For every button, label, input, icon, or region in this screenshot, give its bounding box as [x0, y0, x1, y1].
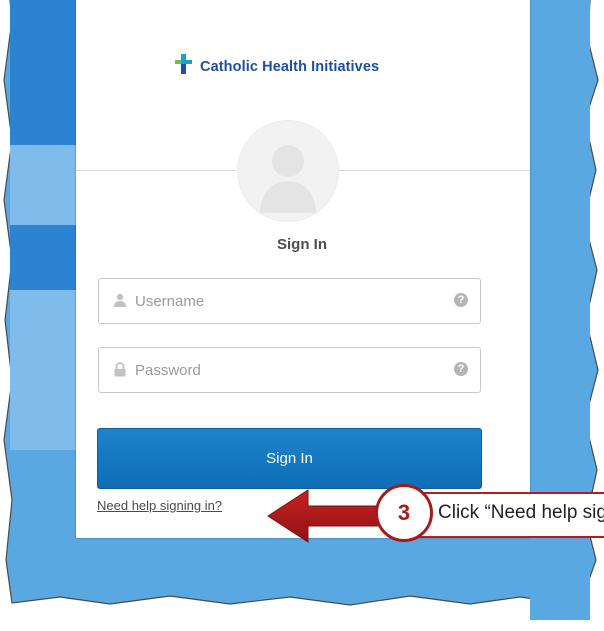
- logo-text: Catholic Health Initiatives: [200, 58, 380, 75]
- user-icon: [113, 293, 127, 313]
- username-field[interactable]: ?: [98, 278, 481, 324]
- cross-logo-icon: [172, 52, 196, 81]
- callout-text-clip: Click “Need help signing in?”: [430, 494, 604, 534]
- password-input[interactable]: [99, 360, 437, 380]
- user-silhouette-icon: [260, 145, 316, 213]
- form-title: Sign In: [277, 236, 327, 253]
- callout-text: Click “Need help signing in?”: [438, 502, 604, 523]
- logo: Catholic Health Initiatives: [172, 52, 379, 81]
- sign-in-button[interactable]: Sign In: [97, 428, 482, 489]
- password-field[interactable]: ?: [98, 347, 481, 393]
- username-input[interactable]: [99, 291, 437, 311]
- divider-right: [338, 170, 530, 171]
- question-icon[interactable]: ?: [454, 293, 468, 307]
- avatar: [237, 120, 339, 222]
- lock-icon: [113, 362, 127, 382]
- divider-left: [76, 170, 236, 171]
- need-help-link[interactable]: Need help signing in?: [97, 498, 222, 513]
- left-arrow-icon: [266, 488, 382, 549]
- question-icon[interactable]: ?: [454, 362, 468, 376]
- step-number-badge: 3: [375, 484, 433, 542]
